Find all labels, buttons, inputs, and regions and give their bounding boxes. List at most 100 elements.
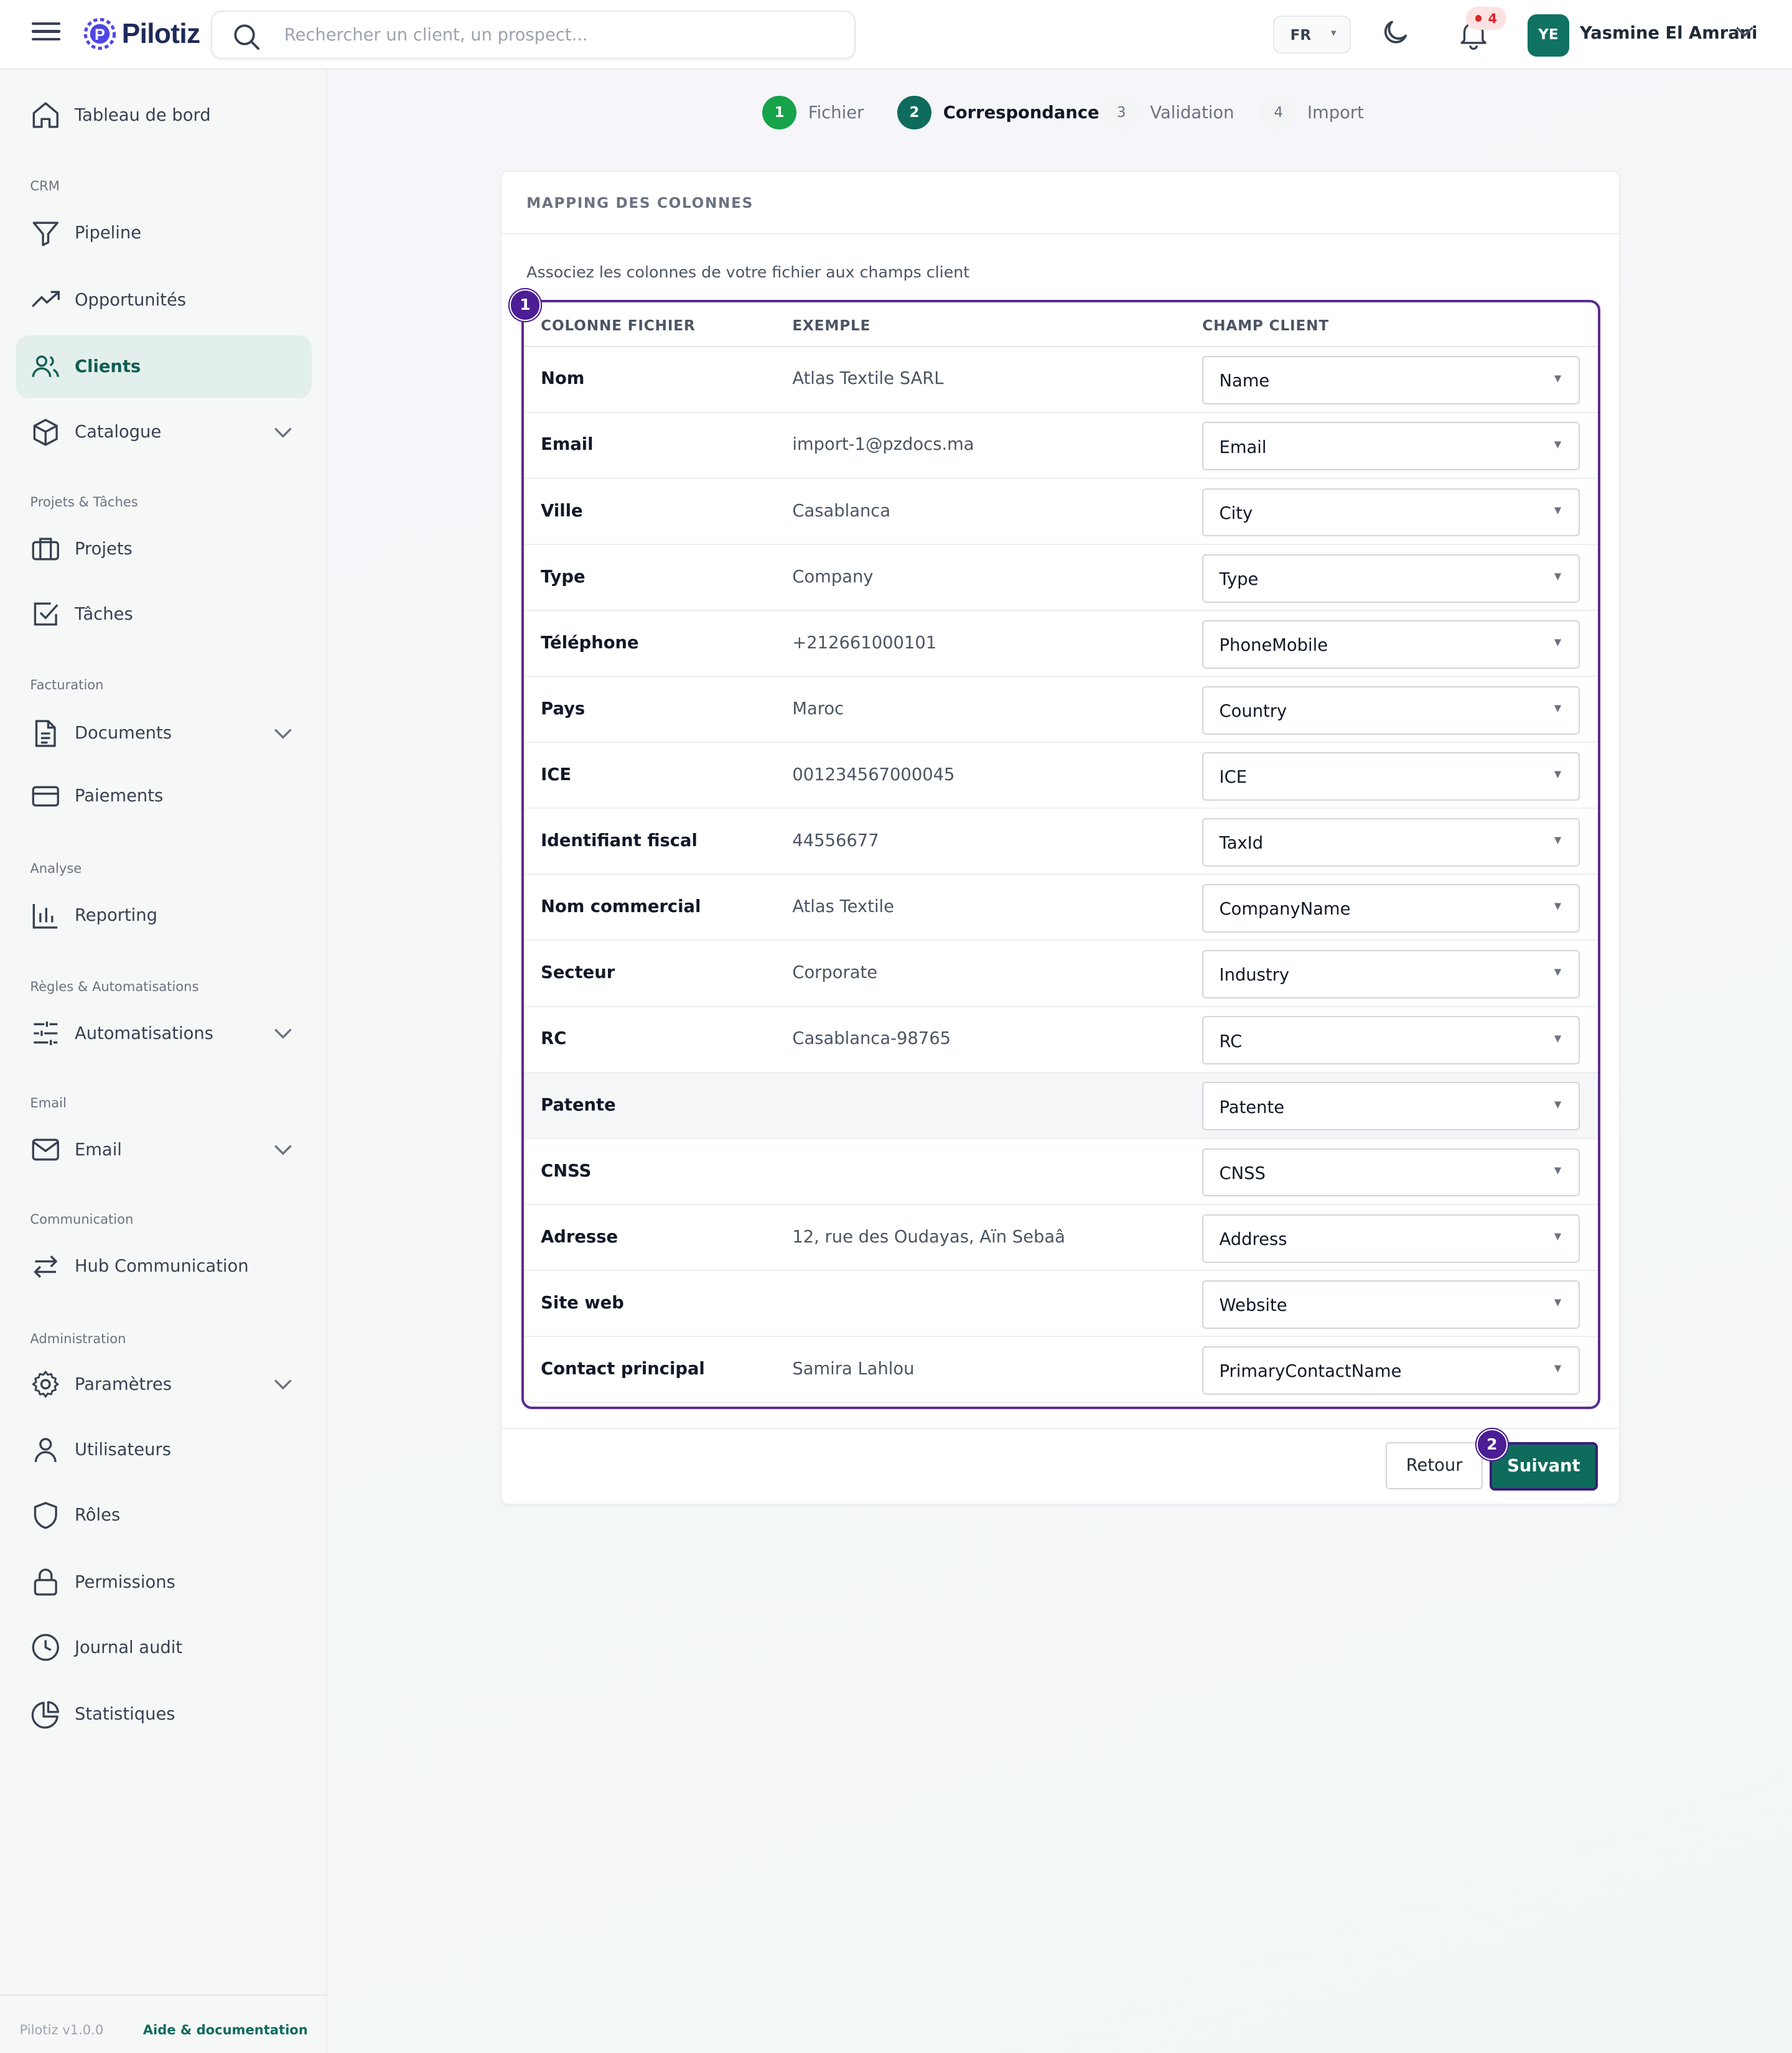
- moon-icon[interactable]: [1379, 17, 1411, 49]
- sidebar-item-hub[interactable]: Hub Communication: [16, 1235, 312, 1298]
- step-validation[interactable]: 3 Validation: [1104, 95, 1234, 130]
- client-field-select[interactable]: Address ▼: [1202, 1214, 1580, 1263]
- client-field-select[interactable]: TaxId ▼: [1202, 818, 1580, 867]
- language-select[interactable]: FR ▾: [1273, 16, 1351, 54]
- top-bar: P Pilotiz FR ▾ 4 YE Yasmine El Amrani: [0, 0, 1792, 70]
- card-title: MAPPING DES COLONNES: [526, 195, 754, 212]
- search-icon: [233, 24, 259, 50]
- client-field-select[interactable]: Patente ▼: [1202, 1082, 1580, 1131]
- client-field-select[interactable]: PrimaryContactName ▼: [1202, 1346, 1580, 1395]
- search-input[interactable]: [284, 19, 834, 51]
- client-field-value: Name: [1219, 371, 1270, 391]
- caret-down-icon: ▼: [1554, 373, 1562, 384]
- step-label: Validation: [1150, 103, 1234, 123]
- credit-card-icon: [32, 786, 60, 807]
- client-field-select[interactable]: Country ▼: [1202, 686, 1580, 735]
- notification-count: 4: [1488, 10, 1498, 26]
- sidebar-item-users[interactable]: Utilisateurs: [16, 1418, 312, 1481]
- checkbox-icon: [34, 602, 58, 626]
- sidebar-item-catalogue[interactable]: Catalogue: [16, 401, 312, 463]
- caret-down-icon: ▼: [1554, 967, 1562, 978]
- step-label: Fichier: [808, 103, 864, 123]
- sidebar-item-permissions[interactable]: Permissions: [16, 1551, 312, 1614]
- sidebar-item-audit[interactable]: Journal audit: [16, 1616, 312, 1679]
- client-field-select[interactable]: City ▼: [1202, 488, 1580, 537]
- client-field-value: RC: [1219, 1031, 1243, 1051]
- table-row: Email import-1@pzdocs.ma Email ▼: [523, 413, 1598, 479]
- step-marker-2: 2: [1476, 1428, 1508, 1461]
- example-value: Casablanca-98765: [792, 1029, 951, 1049]
- chevron-down-icon[interactable]: [273, 1378, 294, 1391]
- client-field-select[interactable]: Industry ▼: [1202, 950, 1580, 999]
- step-file[interactable]: 1 Fichier: [762, 95, 864, 130]
- step-label: Correspondance: [943, 103, 1099, 123]
- file-column-name: RC: [541, 1029, 567, 1049]
- step-import[interactable]: 4 Import: [1261, 95, 1364, 130]
- sidebar-item-label: Email: [74, 1140, 122, 1160]
- client-field-select[interactable]: Email ▼: [1202, 422, 1580, 471]
- sidebar-item-opportunities[interactable]: Opportunités: [16, 269, 312, 332]
- step-mapping[interactable]: 2 Correspondance: [897, 95, 1099, 130]
- client-field-select[interactable]: CNSS ▼: [1202, 1148, 1580, 1197]
- gear-icon: [32, 1371, 59, 1398]
- client-field-select[interactable]: CompanyName ▼: [1202, 884, 1580, 933]
- chevron-down-icon[interactable]: [273, 1027, 294, 1040]
- step-marker-1: 1: [509, 289, 541, 321]
- client-field-select[interactable]: ICE ▼: [1202, 752, 1580, 801]
- client-field-select[interactable]: Type ▼: [1202, 554, 1580, 603]
- sidebar-item-label: Hub Communication: [74, 1257, 249, 1277]
- table-row: RC Casablanca-98765 RC ▼: [523, 1007, 1598, 1073]
- table-row: Type Company Type ▼: [523, 545, 1598, 611]
- mail-icon: [32, 1138, 60, 1161]
- client-field-value: PrimaryContactName: [1219, 1362, 1402, 1382]
- back-button[interactable]: Retour: [1386, 1441, 1483, 1489]
- sidebar-item-clients[interactable]: Clients: [16, 335, 312, 398]
- caret-down-icon: ▼: [1554, 769, 1562, 780]
- chevron-down-icon[interactable]: [273, 1143, 294, 1157]
- sidebar-item-dashboard[interactable]: Tableau de bord: [16, 84, 312, 147]
- client-field-value: Industry: [1219, 966, 1290, 985]
- sidebar-item-label: Projets: [74, 539, 133, 559]
- chevron-down-icon[interactable]: [273, 426, 294, 439]
- sidebar-item-payments[interactable]: Paiements: [16, 765, 312, 827]
- help-link[interactable]: Aide & documentation: [143, 2022, 308, 2037]
- sidebar-item-stats[interactable]: Statistiques: [16, 1683, 312, 1746]
- chevron-down-icon[interactable]: [1734, 24, 1755, 39]
- sidebar-item-pipeline[interactable]: Pipeline: [16, 202, 312, 264]
- logo[interactable]: P Pilotiz: [82, 16, 200, 52]
- sliders-icon: [34, 1022, 58, 1045]
- avatar[interactable]: YE: [1527, 14, 1570, 57]
- sidebar-item-automations[interactable]: Automatisations: [16, 1002, 312, 1065]
- notification-dot: [1475, 15, 1482, 22]
- file-column-name: Adresse: [541, 1227, 618, 1247]
- client-field-select[interactable]: RC ▼: [1202, 1016, 1580, 1065]
- client-field-select[interactable]: Name ▼: [1202, 356, 1580, 405]
- notification-badge[interactable]: 4: [1465, 6, 1506, 30]
- sidebar-item-settings[interactable]: Paramètres: [16, 1353, 312, 1416]
- user-name[interactable]: Yasmine El Amrani: [1580, 24, 1758, 43]
- step-number: 1: [762, 95, 796, 130]
- file-column-name: Type: [541, 567, 586, 587]
- sidebar-item-label: Rôles: [74, 1506, 121, 1525]
- search-box[interactable]: [210, 10, 856, 59]
- sidebar-item-projects[interactable]: Projets: [16, 518, 312, 580]
- users-icon: [32, 355, 60, 378]
- section-label-projects: Projets & Tâches: [30, 493, 138, 510]
- section-label-billing: Facturation: [30, 677, 104, 693]
- chevron-down-icon[interactable]: [273, 727, 294, 740]
- file-column-name: CNSS: [541, 1161, 592, 1181]
- caret-down-icon: ▼: [1554, 1297, 1562, 1308]
- client-field-value: Address: [1219, 1229, 1287, 1249]
- column-header-file: COLONNE FICHIER: [541, 318, 696, 335]
- sidebar-item-documents[interactable]: Documents: [16, 702, 312, 765]
- sidebar-item-reporting[interactable]: Reporting: [16, 884, 312, 947]
- sidebar-item-email[interactable]: Email: [16, 1119, 312, 1181]
- client-field-select[interactable]: PhoneMobile ▼: [1202, 620, 1580, 669]
- sidebar-item-tasks[interactable]: Tâches: [16, 583, 312, 646]
- caret-down-icon: ▼: [1554, 1363, 1562, 1374]
- client-field-value: Website: [1219, 1295, 1287, 1315]
- sidebar-item-roles[interactable]: Rôles: [16, 1484, 312, 1547]
- mapping-card: MAPPING DES COLONNES Associez les colonn…: [500, 170, 1621, 1505]
- menu-icon[interactable]: [31, 18, 60, 47]
- client-field-select[interactable]: Website ▼: [1202, 1280, 1580, 1329]
